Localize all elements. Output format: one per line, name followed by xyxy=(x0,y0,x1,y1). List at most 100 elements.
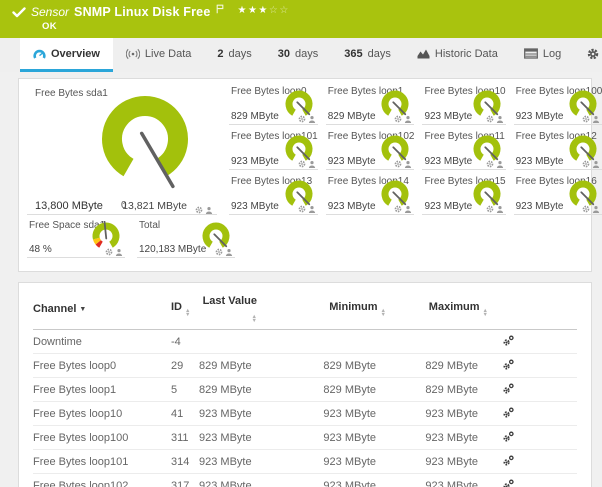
tab-30-days[interactable]: 30 days xyxy=(265,38,332,72)
gear-icon[interactable] xyxy=(215,248,223,256)
minimum-cell: 923 MByte xyxy=(257,401,386,426)
user-icon[interactable] xyxy=(115,248,123,256)
tab-historic-data[interactable]: Historic Data xyxy=(404,38,511,72)
sort-both-icon: ▲ ▼ xyxy=(185,308,191,318)
small-gauge-tile[interactable]: Free Bytes loop100 923 MByte xyxy=(513,85,602,125)
table-row[interactable]: Free Bytes loop10 41 923 MByte 923 MByte 923… xyxy=(33,401,577,426)
user-icon[interactable] xyxy=(404,205,412,213)
table-header-row: Channel ▼ ID ▲ ▼ Last Value ▲ ▼ Minimum ▲ ▼ Max… xyxy=(33,295,577,330)
user-icon[interactable] xyxy=(308,205,316,213)
tab-settings[interactable]: Settings xyxy=(574,38,602,72)
tile-action-icons xyxy=(298,115,316,123)
maximum-cell: 829 MByte xyxy=(386,353,488,378)
tile-action-icons xyxy=(486,160,504,168)
col-header-last-value[interactable]: Last Value ▲ ▼ xyxy=(199,295,257,330)
table-row[interactable]: Downtime -4 xyxy=(33,329,577,354)
user-icon[interactable] xyxy=(496,160,504,168)
user-icon[interactable] xyxy=(404,160,412,168)
tab-number: 2 xyxy=(217,47,224,60)
tab-365-days[interactable]: 365 days xyxy=(331,38,404,72)
flag-icon[interactable] xyxy=(216,4,224,14)
gauge-value: 923 MByte xyxy=(515,111,564,122)
bottom-gauge-tile[interactable]: Total 120,183 MByte xyxy=(137,219,235,258)
col-header-maximum[interactable]: Maximum ▲ ▼ xyxy=(386,295,488,330)
small-gauge-tile[interactable]: Free Bytes loop13 923 MByte xyxy=(229,175,318,215)
gauge-scale-max: 13,821 MByte xyxy=(122,200,187,212)
small-gauge-tile[interactable]: Free Bytes loop14 923 MByte xyxy=(325,175,415,215)
gear-icon[interactable] xyxy=(394,115,402,123)
user-icon[interactable] xyxy=(592,115,600,123)
gauge-value: 923 MByte xyxy=(424,111,473,122)
tab-2-days[interactable]: 2 days xyxy=(204,38,264,72)
channel-settings-icon[interactable] xyxy=(502,406,515,419)
channel-name-cell: Free Bytes loop101 xyxy=(33,449,171,474)
small-gauge-tile[interactable]: Free Bytes loop10 923 MByte xyxy=(422,85,506,125)
col-header-id[interactable]: ID ▲ ▼ xyxy=(171,295,199,330)
tab-live-data[interactable]: Live Data xyxy=(113,38,204,72)
tile-action-icons xyxy=(215,248,233,256)
small-gauge-tile[interactable]: Free Bytes loop15 923 MByte xyxy=(422,175,506,215)
priority-stars[interactable]: ★★★☆☆ xyxy=(237,5,289,16)
table-row[interactable]: Free Bytes loop1 5 829 MByte 829 MByte 829 M… xyxy=(33,377,577,402)
user-icon[interactable] xyxy=(592,205,600,213)
channel-settings-icon[interactable] xyxy=(502,430,515,443)
user-icon[interactable] xyxy=(496,115,504,123)
channel-settings-icon[interactable] xyxy=(502,382,515,395)
gear-icon[interactable] xyxy=(486,160,494,168)
status-check-icon xyxy=(12,6,26,18)
gear-icon[interactable] xyxy=(298,160,306,168)
small-gauge-tile[interactable]: Free Bytes loop11 923 MByte xyxy=(422,130,506,170)
gear-icon[interactable] xyxy=(582,205,590,213)
tab-label: Historic Data xyxy=(434,47,498,60)
gear-icon[interactable] xyxy=(298,115,306,123)
user-icon[interactable] xyxy=(205,206,213,214)
small-gauge-tile[interactable]: Free Bytes loop102 923 MByte xyxy=(325,130,415,170)
small-gauge-tile[interactable]: Free Bytes loop0 829 MByte xyxy=(229,85,318,125)
tab-label: days xyxy=(228,47,252,60)
channel-id-cell: 314 xyxy=(171,449,199,474)
small-gauge-tile[interactable]: Free Bytes loop12 923 MByte xyxy=(513,130,602,170)
channel-settings-icon[interactable] xyxy=(502,454,515,467)
gauge-icon xyxy=(33,48,46,60)
channel-settings-icon[interactable] xyxy=(502,478,515,487)
gear-icon[interactable] xyxy=(394,160,402,168)
table-row[interactable]: Free Bytes loop102 317 923 MByte 923 MByte 9… xyxy=(33,473,577,487)
bottom-gauge-tile[interactable]: Free Space sda1 48 % xyxy=(27,219,125,258)
gear-icon[interactable] xyxy=(582,160,590,168)
user-icon[interactable] xyxy=(308,115,316,123)
gear-icon[interactable] xyxy=(486,205,494,213)
gauge-value: 923 MByte xyxy=(231,201,279,212)
col-header-channel[interactable]: Channel ▼ xyxy=(33,295,171,330)
small-gauge-tile[interactable]: Free Bytes loop1 829 MByte xyxy=(325,85,415,125)
col-header-minimum[interactable]: Minimum ▲ ▼ xyxy=(257,295,386,330)
user-icon[interactable] xyxy=(592,160,600,168)
gear-icon[interactable] xyxy=(298,205,306,213)
user-icon[interactable] xyxy=(308,160,316,168)
channel-actions-cell xyxy=(488,377,577,402)
channel-settings-icon[interactable] xyxy=(502,334,515,347)
table-row[interactable]: Free Bytes loop0 29 829 MByte 829 MByte 829 … xyxy=(33,353,577,378)
small-gauge-tile[interactable]: Free Bytes loop16 923 MByte xyxy=(513,175,602,215)
small-gauge-tile[interactable]: Free Bytes loop101 923 MByte xyxy=(229,130,318,170)
main-gauge-tile[interactable]: Free Bytes sda1 13,800 MByte 0 13,821 MB… xyxy=(27,85,217,215)
channel-table: Channel ▼ ID ▲ ▼ Last Value ▲ ▼ Minimum ▲ ▼ Max… xyxy=(33,295,577,487)
table-row[interactable]: Free Bytes loop101 314 923 MByte 923 MByte 9… xyxy=(33,449,577,474)
user-icon[interactable] xyxy=(404,115,412,123)
gauge-value: 923 MByte xyxy=(515,201,564,212)
channel-id-cell: -4 xyxy=(171,329,199,354)
gear-icon[interactable] xyxy=(486,115,494,123)
gear-icon[interactable] xyxy=(105,248,113,256)
user-icon[interactable] xyxy=(496,205,504,213)
table-row[interactable]: Free Bytes loop100 311 923 MByte 923 MByte 9… xyxy=(33,425,577,450)
tab-number: 30 xyxy=(277,47,291,60)
tab-log[interactable]: Log xyxy=(511,38,574,72)
tab-overview[interactable]: Overview xyxy=(20,38,113,72)
tile-action-icons xyxy=(582,115,600,123)
gear-icon[interactable] xyxy=(582,115,590,123)
gear-icon[interactable] xyxy=(394,205,402,213)
sensor-header: Sensor SNMP Linux Disk Free ★★★☆☆ OK xyxy=(0,0,602,38)
channel-settings-icon[interactable] xyxy=(502,358,515,371)
minimum-cell: 923 MByte xyxy=(257,449,386,474)
gear-icon[interactable] xyxy=(195,206,203,214)
user-icon[interactable] xyxy=(225,248,233,256)
